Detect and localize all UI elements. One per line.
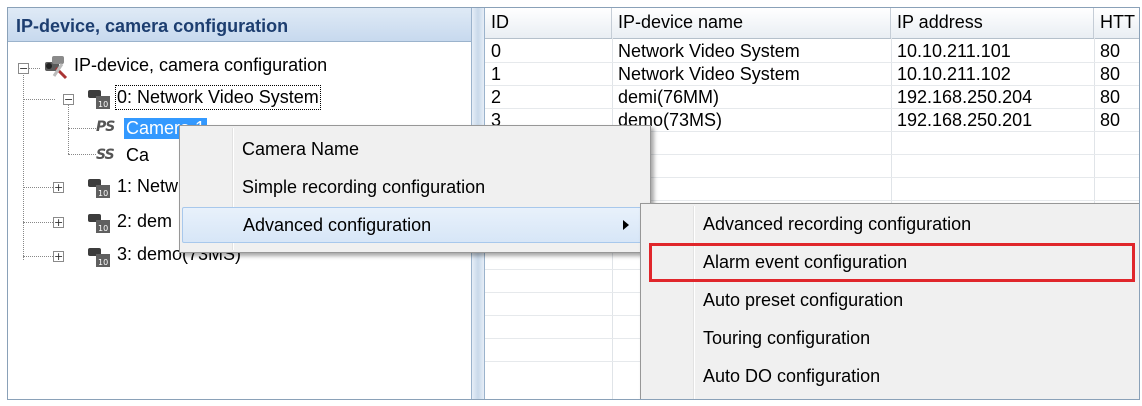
menu-item-camera-name[interactable]: Camera Name: [182, 131, 648, 167]
menu-item-advanced-configuration[interactable]: Advanced configuration: [182, 207, 648, 243]
device-2-expand-toggle[interactable]: +: [53, 217, 64, 228]
menu-item-auto-do-configuration[interactable]: Auto DO configuration: [643, 358, 1139, 394]
table-cell-id[interactable]: 0: [485, 40, 612, 62]
submenu-arrow-icon: [623, 220, 629, 230]
device-0-collapse-toggle[interactable]: −: [63, 94, 74, 105]
grid-header: ID IP-device name IP address HTT: [485, 8, 1139, 39]
column-header-id[interactable]: ID: [485, 8, 612, 38]
table-cell-device-name[interactable]: demi(76MM): [612, 86, 891, 108]
menu-item-advanced-recording-configuration[interactable]: Advanced recording configuration: [643, 206, 1139, 242]
svg-text:10: 10: [98, 100, 108, 109]
root-collapse-toggle[interactable]: −: [18, 63, 29, 74]
table-cell-ip-address[interactable]: 10.10.211.102: [891, 63, 1094, 85]
tree-root-label[interactable]: IP-device, camera configuration: [74, 55, 327, 76]
menu-item-touring-configuration[interactable]: Touring configuration: [643, 320, 1139, 356]
tree-device-1[interactable]: 1: Netw: [117, 176, 178, 197]
table-cell-id[interactable]: 2: [485, 86, 612, 108]
app-window: IP-device, camera configuration − IP-dev…: [7, 7, 1140, 400]
panel-header: IP-device, camera configuration: [8, 8, 471, 42]
ip-camera-icon: 10: [86, 175, 112, 199]
ip-camera-icon: 10: [86, 86, 112, 110]
advanced-configuration-submenu: Advanced recording configuration Alarm e…: [640, 203, 1139, 399]
device-3-expand-toggle[interactable]: +: [53, 251, 64, 262]
svg-text:10: 10: [98, 189, 108, 198]
table-cell-ip-address[interactable]: 10.10.211.101: [891, 40, 1094, 62]
table-cell-ip-address[interactable]: 192.168.250.204: [891, 86, 1094, 108]
ss-stream-icon: SS: [96, 147, 115, 163]
highlight-box: [649, 243, 1135, 282]
table-cell-id[interactable]: 1: [485, 63, 612, 85]
table-cell-device-name[interactable]: demo(73MS): [612, 109, 891, 131]
ps-stream-icon: PS: [96, 119, 115, 135]
devices-tools-icon: [42, 54, 68, 80]
menu-item-auto-preset-configuration[interactable]: Auto preset configuration: [643, 282, 1139, 318]
context-menu: Camera Name Simple recording configurati…: [179, 125, 651, 253]
column-header-device-name[interactable]: IP-device name: [612, 8, 891, 38]
tree-device-0[interactable]: 0: Network Video System: [115, 85, 321, 110]
menu-item-advanced-configuration-label: Advanced configuration: [243, 215, 432, 235]
table-cell-device-name[interactable]: Network Video System: [612, 63, 891, 85]
ip-camera-icon: 10: [86, 210, 112, 234]
svg-text:10: 10: [98, 224, 108, 233]
tree-camera-2[interactable]: Ca: [126, 145, 149, 166]
table-cell-ip-address[interactable]: 192.168.250.201: [891, 109, 1094, 131]
device-1-expand-toggle[interactable]: +: [53, 182, 64, 193]
table-cell-http[interactable]: 80: [1094, 40, 1139, 62]
table-cell-http[interactable]: 80: [1094, 63, 1139, 85]
svg-text:10: 10: [98, 258, 108, 267]
table-cell-http[interactable]: 80: [1094, 109, 1139, 131]
table-cell-device-name[interactable]: Network Video System: [612, 40, 891, 62]
tree-device-2[interactable]: 2: dem: [117, 211, 172, 232]
table-cell-http[interactable]: 80: [1094, 86, 1139, 108]
panel-title: IP-device, camera configuration: [16, 16, 289, 36]
column-header-http[interactable]: HTT: [1094, 8, 1139, 38]
column-header-ip-address[interactable]: IP address: [891, 8, 1094, 38]
menu-item-simple-recording-configuration[interactable]: Simple recording configuration: [182, 169, 648, 205]
ip-camera-icon: 10: [86, 244, 112, 268]
